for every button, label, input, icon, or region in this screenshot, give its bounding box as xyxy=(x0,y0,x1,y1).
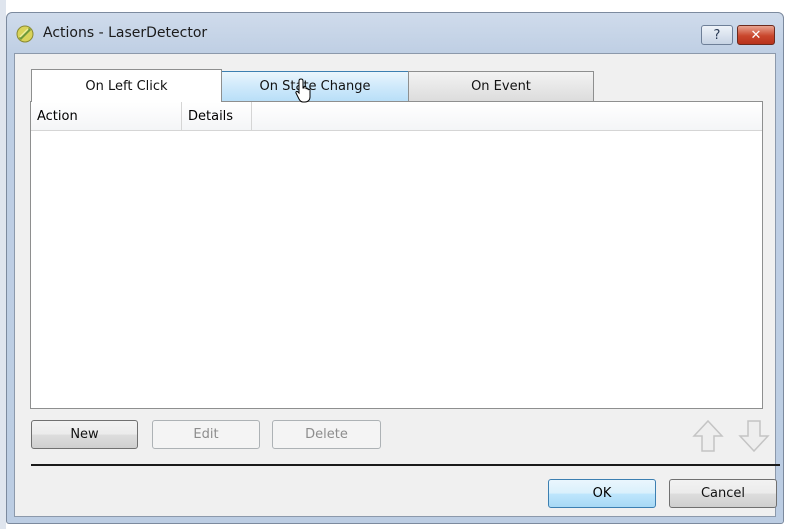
cancel-button[interactable]: Cancel xyxy=(669,479,777,508)
button-label: New xyxy=(70,427,99,442)
arrow-up-icon[interactable] xyxy=(691,418,725,454)
edit-button[interactable]: Edit xyxy=(152,420,260,449)
button-label: OK xyxy=(592,486,612,501)
column-label: Action xyxy=(37,108,78,124)
tab-label: On Event xyxy=(471,79,531,94)
tab-on-state-change[interactable]: On State Change xyxy=(221,71,409,101)
close-icon: ✕ xyxy=(750,27,762,43)
delete-button[interactable]: Delete xyxy=(272,420,381,449)
help-icon: ? xyxy=(713,27,721,43)
tab-on-event[interactable]: On Event xyxy=(408,71,594,101)
column-header-action[interactable]: Action xyxy=(31,102,182,130)
actions-list[interactable]: Action Details xyxy=(30,101,763,409)
arrow-down-icon[interactable] xyxy=(737,418,771,454)
button-label: Delete xyxy=(305,427,348,442)
tab-label: On State Change xyxy=(259,79,371,94)
help-button[interactable]: ? xyxy=(701,25,733,45)
close-button[interactable]: ✕ xyxy=(737,25,775,45)
new-button[interactable]: New xyxy=(31,420,138,449)
title-bar[interactable]: Actions - LaserDetector ? ✕ xyxy=(7,13,783,53)
button-label: Cancel xyxy=(700,486,746,501)
dialog-client-area: On Left Click On State Change On Event A… xyxy=(14,53,780,517)
ok-button[interactable]: OK xyxy=(548,479,656,508)
window-title: Actions - LaserDetector xyxy=(43,25,208,41)
tab-on-left-click[interactable]: On Left Click xyxy=(31,69,222,102)
column-label: Details xyxy=(188,108,234,124)
column-header-details[interactable]: Details xyxy=(182,102,252,130)
laser-detector-icon xyxy=(16,25,34,43)
tab-label: On Left Click xyxy=(85,78,168,94)
actions-dialog: Actions - LaserDetector ? ✕ On Left Clic… xyxy=(6,12,784,524)
button-label: Edit xyxy=(193,427,219,442)
list-header: Action Details xyxy=(31,102,762,131)
separator-line xyxy=(31,464,780,466)
mouse-cursor-icon xyxy=(295,78,311,103)
